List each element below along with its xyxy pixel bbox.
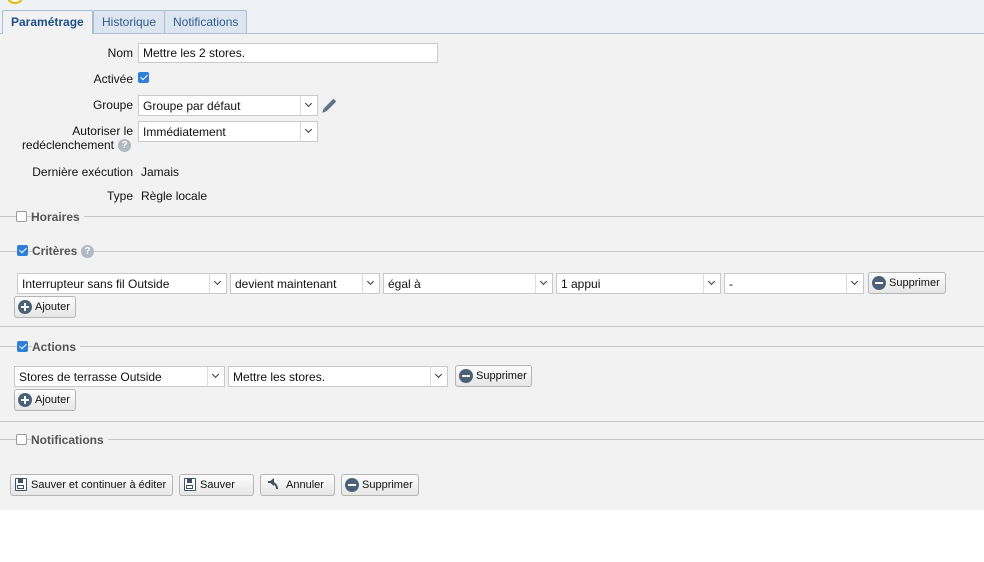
derniere-execution-value: Jamais <box>141 165 180 179</box>
tab-parametrage[interactable]: Paramétrage <box>2 10 93 34</box>
chevron-down-icon <box>300 122 317 141</box>
horaires-divider <box>0 216 984 217</box>
tab-label: Historique <box>102 15 157 29</box>
tab-historique[interactable]: Historique <box>93 10 166 33</box>
minus-circle-icon <box>459 369 473 383</box>
notifications-checkbox[interactable] <box>16 434 27 445</box>
actions-title: Actions <box>32 340 81 354</box>
notifications-divider <box>0 439 984 440</box>
critere-value-select[interactable]: 1 appui <box>556 273 721 294</box>
chevron-down-icon <box>300 96 317 115</box>
activee-label: Activée <box>93 72 133 86</box>
action-scene-value: Mettre les stores. <box>233 370 326 384</box>
action-device-select[interactable]: Stores de terrasse Outside <box>14 366 225 387</box>
sauver-button[interactable]: Sauver <box>179 474 254 496</box>
floppy-disk-icon <box>15 478 27 491</box>
horaires-checkbox[interactable] <box>16 211 27 222</box>
rule-editor-panel: Paramétrage Historique Notifications Nom… <box>0 0 984 510</box>
notifications-title: Notifications <box>31 433 108 447</box>
help-icon[interactable]: ? <box>81 245 94 258</box>
button-label: Supprimer <box>362 479 413 491</box>
action-scene-select[interactable]: Mettre les stores. <box>228 366 448 387</box>
type-label: Type <box>106 189 133 203</box>
button-label: Supprimer <box>889 277 940 289</box>
criteres-checkbox[interactable] <box>17 245 28 256</box>
action-device-value: Stores de terrasse Outside <box>19 370 162 384</box>
critere-ajouter-button[interactable]: Ajouter <box>14 296 76 318</box>
criteres-title: Critères <box>32 244 82 258</box>
chevron-down-icon <box>703 274 720 293</box>
minus-circle-icon <box>345 478 359 492</box>
button-label: Sauver et continuer à éditer <box>31 479 167 491</box>
critere-condition-select[interactable]: devient maintenant <box>230 273 380 294</box>
supprimer-rule-button[interactable]: Supprimer <box>341 474 419 496</box>
horaires-title: Horaires <box>31 210 84 224</box>
sun-logo-icon <box>6 0 24 4</box>
critere-operator-select[interactable]: égal à <box>383 273 553 294</box>
criteres-bottom-divider <box>0 326 984 327</box>
button-label: Supprimer <box>476 370 527 382</box>
button-label: Sauver <box>200 479 235 491</box>
groupe-label: Groupe <box>92 98 133 112</box>
chevron-down-icon <box>430 367 447 386</box>
button-label: Ajouter <box>35 394 70 406</box>
tab-label: Notifications <box>173 15 239 29</box>
groupe-select-value: Groupe par défaut <box>143 99 241 113</box>
undo-icon <box>266 478 278 489</box>
activee-checkbox[interactable] <box>138 72 149 83</box>
criteres-divider <box>0 251 984 252</box>
actions-checkbox[interactable] <box>17 341 28 352</box>
tab-notifications[interactable]: Notifications <box>164 10 248 33</box>
tab-label: Paramétrage <box>11 15 84 29</box>
chevron-down-icon <box>362 274 379 293</box>
edit-pencil-icon[interactable] <box>323 98 337 112</box>
autoriser-select-value: Immédiatement <box>143 125 226 139</box>
derniere-execution-label: Dernière exécution <box>32 165 133 179</box>
chevron-down-icon <box>207 367 224 386</box>
groupe-select[interactable]: Groupe par défaut <box>138 95 318 116</box>
critere-device-select[interactable]: Interrupteur sans fil Outside <box>17 273 227 294</box>
autoriser-label-line2: redéclenchement <box>21 138 114 152</box>
chevron-down-icon <box>209 274 226 293</box>
chevron-down-icon <box>846 274 863 293</box>
critere-operator-value: égal à <box>388 277 421 291</box>
action-ajouter-button[interactable]: Ajouter <box>14 389 76 411</box>
critere-value-value: 1 appui <box>561 277 601 291</box>
floppy-disk-icon <box>184 478 196 491</box>
nom-input[interactable] <box>138 43 438 63</box>
minus-circle-icon <box>872 276 886 290</box>
critere-supprimer-button[interactable]: Supprimer <box>868 272 946 294</box>
critere-device-value: Interrupteur sans fil Outside <box>22 277 170 291</box>
actions-divider <box>0 346 984 347</box>
annuler-button[interactable]: Annuler <box>260 474 335 496</box>
tab-bar: Paramétrage Historique Notifications <box>0 0 984 34</box>
action-supprimer-button[interactable]: Supprimer <box>455 365 532 387</box>
autoriser-label-line1: Autoriser le <box>72 124 133 138</box>
critere-extra-select[interactable]: - <box>724 273 864 294</box>
critere-condition-value: devient maintenant <box>235 277 337 291</box>
button-label: Ajouter <box>35 301 70 313</box>
critere-extra-value: - <box>729 277 733 291</box>
sauver-continuer-button[interactable]: Sauver et continuer à éditer <box>10 474 173 496</box>
plus-circle-icon <box>18 393 32 407</box>
autoriser-select[interactable]: Immédiatement <box>138 121 318 142</box>
type-value: Règle locale <box>141 189 208 203</box>
nom-label: Nom <box>107 46 133 60</box>
button-label: Annuler <box>286 479 324 491</box>
chevron-down-icon <box>535 274 552 293</box>
help-icon[interactable]: ? <box>118 139 131 152</box>
actions-bottom-divider <box>0 421 984 422</box>
plus-circle-icon <box>18 300 32 314</box>
